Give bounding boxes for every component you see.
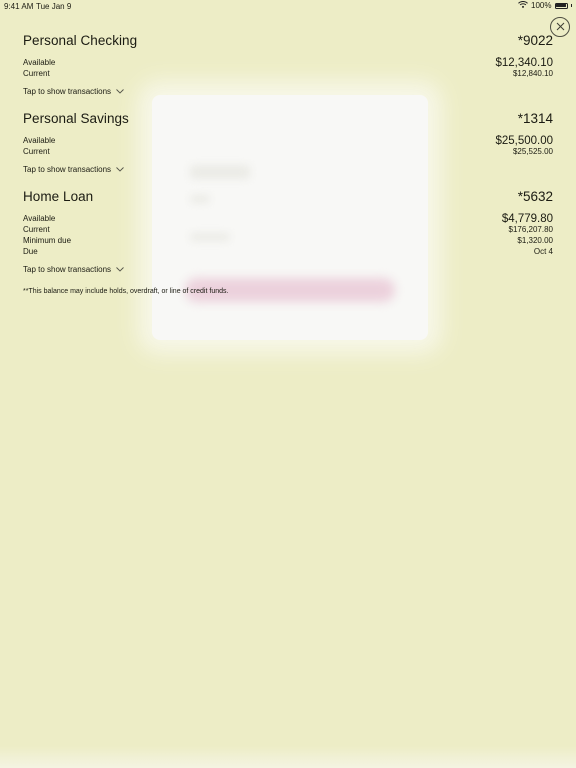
account-name: Personal Savings — [23, 111, 129, 126]
chevron-down-icon — [116, 165, 124, 174]
balance-value: $25,500.00 — [495, 134, 553, 147]
account-header: Home Loan *5632 — [23, 189, 553, 209]
balance-footnote: **This balance may include holds, overdr… — [23, 288, 229, 295]
account-header: Personal Checking *9022 — [23, 33, 553, 53]
account-personal-savings[interactable]: Personal Savings *1314 Available $25,500… — [23, 111, 553, 176]
show-transactions-toggle[interactable]: Tap to show transactions — [23, 262, 553, 276]
account-number: *1314 — [517, 111, 553, 126]
wifi-icon — [518, 1, 528, 10]
balance-label: Available — [23, 136, 56, 145]
account-name: Personal Checking — [23, 33, 138, 48]
balance-row: Current $176,207.80 — [23, 224, 553, 235]
battery-tip — [570, 4, 572, 7]
account-name: Home Loan — [23, 189, 94, 204]
account-personal-checking[interactable]: Personal Checking *9022 Available $12,34… — [23, 33, 553, 98]
balance-value: Oct 4 — [533, 247, 553, 256]
account-header: Personal Savings *1314 — [23, 111, 553, 131]
balance-label: Current — [23, 225, 50, 234]
bottom-fade — [0, 746, 576, 768]
account-number: *9022 — [517, 33, 553, 48]
balance-value: $176,207.80 — [508, 225, 554, 234]
balance-label: Available — [23, 214, 56, 223]
accounts-list: Personal Checking *9022 Available $12,34… — [23, 33, 553, 295]
toggle-label: Tap to show transactions — [23, 164, 112, 174]
battery-icon — [554, 2, 568, 9]
accounts-screen: 9:41 AM Tue Jan 9 100% Personal Checking… — [0, 0, 576, 768]
battery-percent: 100% — [531, 1, 552, 10]
status-date: Tue Jan 9 — [36, 2, 72, 11]
balance-label: Due — [23, 247, 38, 256]
chevron-down-icon — [116, 265, 124, 274]
balance-label: Available — [23, 58, 56, 67]
chevron-down-icon — [116, 87, 124, 96]
status-time: 9:41 AM — [4, 2, 34, 11]
balance-row: Current $25,525.00 — [23, 146, 553, 157]
account-home-loan[interactable]: Home Loan *5632 Available $4,779.80 Curr… — [23, 189, 553, 276]
balance-label: Current — [23, 147, 50, 156]
balance-value: $25,525.00 — [512, 147, 553, 156]
balance-row: Minimum due $1,320.00 — [23, 235, 553, 246]
balance-value: $12,340.10 — [495, 56, 553, 69]
balance-row: Available $4,779.80 — [23, 212, 553, 225]
close-button[interactable] — [550, 17, 570, 37]
close-icon — [556, 18, 565, 36]
balance-value: $1,320.00 — [517, 236, 553, 245]
balance-row: Available $12,340.10 — [23, 56, 553, 69]
account-number: *5632 — [517, 189, 553, 204]
show-transactions-toggle[interactable]: Tap to show transactions — [23, 162, 553, 176]
balance-row: Current $12,840.10 — [23, 68, 553, 79]
balance-label: Current — [23, 69, 50, 78]
balance-row: Due Oct 4 — [23, 246, 553, 257]
status-indicators: 100% — [518, 1, 572, 10]
balance-label: Minimum due — [23, 236, 72, 245]
status-bar: 9:41 AM Tue Jan 9 100% — [0, 0, 576, 12]
balance-row: Available $25,500.00 — [23, 134, 553, 147]
toggle-label: Tap to show transactions — [23, 86, 112, 96]
show-transactions-toggle[interactable]: Tap to show transactions — [23, 84, 553, 98]
balance-value: $12,840.10 — [512, 69, 553, 78]
toggle-label: Tap to show transactions — [23, 264, 112, 274]
balance-value: $4,779.80 — [501, 212, 553, 225]
